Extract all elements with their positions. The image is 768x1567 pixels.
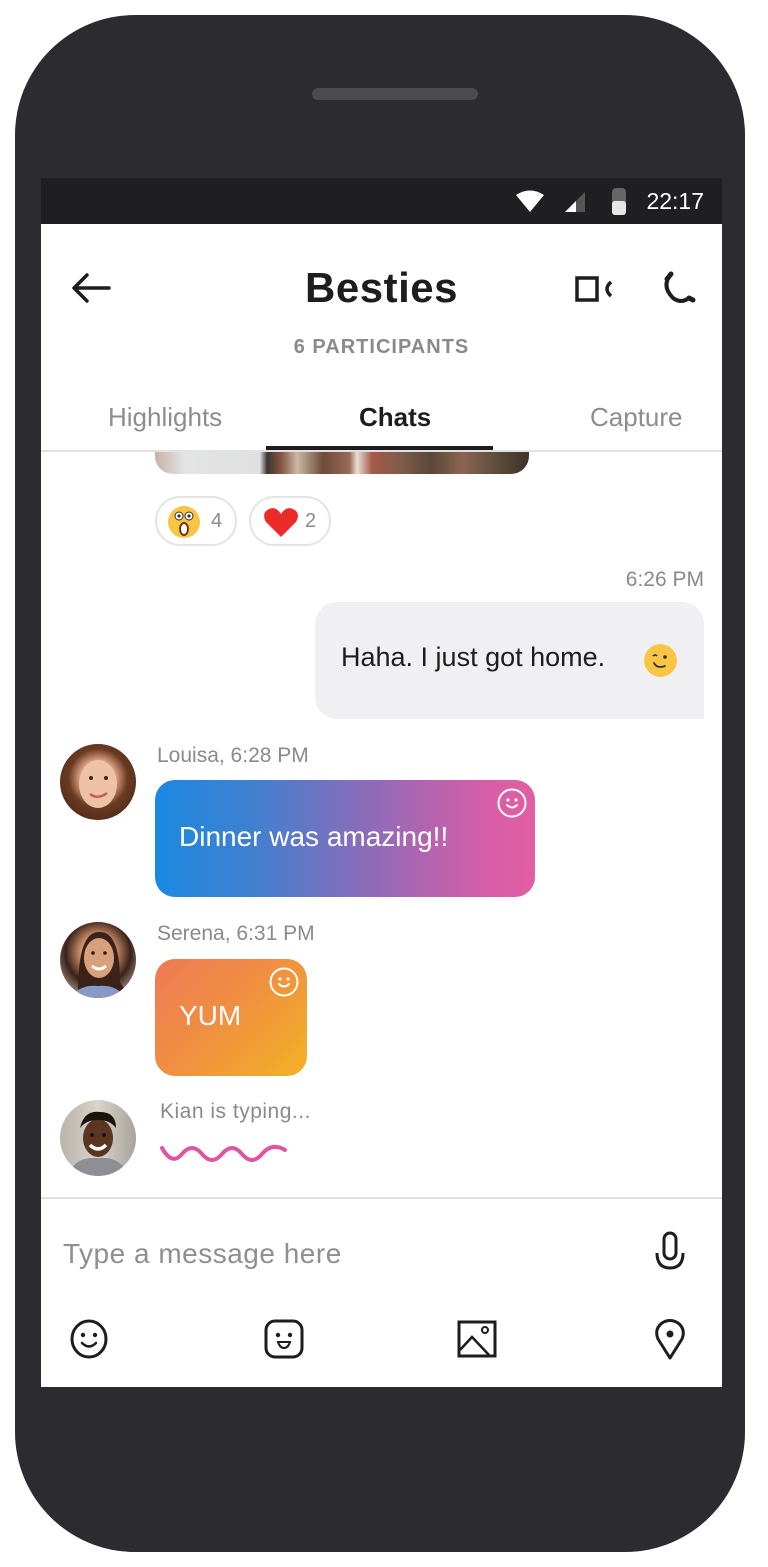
video-call-button[interactable] [574,274,618,304]
image-icon [457,1320,497,1358]
incoming-message-serena[interactable]: YUM [155,959,307,1076]
chat-header: Besties 6 PARTICIPANTS Highlights Chats … [41,224,722,452]
battery-icon [612,188,626,215]
red-heart-icon [264,508,298,537]
avatar-louisa-image [79,760,117,808]
wifi-icon [516,190,544,212]
location-pin-icon [655,1319,685,1360]
reaction-surprised[interactable]: 4 [155,496,237,546]
avatar-kian-image [68,1111,128,1176]
avatar-serena-image [66,931,130,998]
message-list[interactable]: 4 2 6:26 PM Haha. I just got home. Louis… [41,452,722,1197]
microphone-icon [655,1231,685,1270]
avatar-louisa[interactable] [60,744,136,820]
cell-signal-icon [565,192,585,212]
message-text: YUM [179,1000,242,1031]
add-reaction-icon[interactable] [496,787,528,819]
tab-bar: Highlights Chats Capture [41,394,722,452]
image-button[interactable] [455,1317,499,1361]
conversation-title: Besties [305,264,458,311]
phone-speaker [312,88,478,100]
avatar-kian[interactable] [60,1100,136,1176]
typing-indicator-wave [160,1144,287,1162]
shared-photo[interactable] [155,452,529,474]
message-timestamp: 6:26 PM [625,568,704,591]
incoming-message-louisa[interactable]: Dinner was amazing!! [155,780,535,897]
outgoing-message[interactable]: Haha. I just got home. [315,602,704,719]
emoji-button[interactable] [67,1317,111,1361]
reaction-heart[interactable]: 2 [249,496,331,546]
tab-highlights[interactable]: Highlights [108,402,222,433]
active-tab-indicator [266,446,493,450]
message-input[interactable] [61,1225,625,1283]
message-composer [41,1197,722,1387]
emoji-icon [70,1319,108,1359]
message-text: Dinner was amazing!! [179,821,449,852]
typing-status: Kian is typing... [160,1100,311,1123]
sticker-icon [264,1319,304,1359]
sender-line: Serena, 6:31 PM [157,922,315,945]
location-button[interactable] [648,1317,692,1361]
sender-line: Louisa, 6:28 PM [157,744,309,767]
tab-capture[interactable]: Capture [590,402,683,433]
status-bar: 22:17 [41,178,722,224]
avatar-serena[interactable] [60,922,136,998]
app-screen: 22:17 Besties 6 PARTICIPANTS Highlights … [41,178,722,1387]
message-text: Haha. I just got home. [341,642,606,672]
video-camera-icon [575,276,613,302]
voice-message-button[interactable] [653,1231,687,1273]
surprised-face-icon [168,506,200,538]
phone-icon [664,271,696,303]
add-reaction-icon[interactable] [268,966,300,998]
winking-face-icon [644,644,677,677]
sticker-button[interactable] [262,1317,306,1361]
participants-count[interactable]: 6 PARTICIPANTS [41,336,722,359]
status-time: 22:17 [646,188,704,214]
reaction-count: 2 [305,510,317,532]
reaction-count: 4 [211,510,223,532]
voice-call-button[interactable] [659,270,699,306]
tab-chats[interactable]: Chats [359,402,431,433]
